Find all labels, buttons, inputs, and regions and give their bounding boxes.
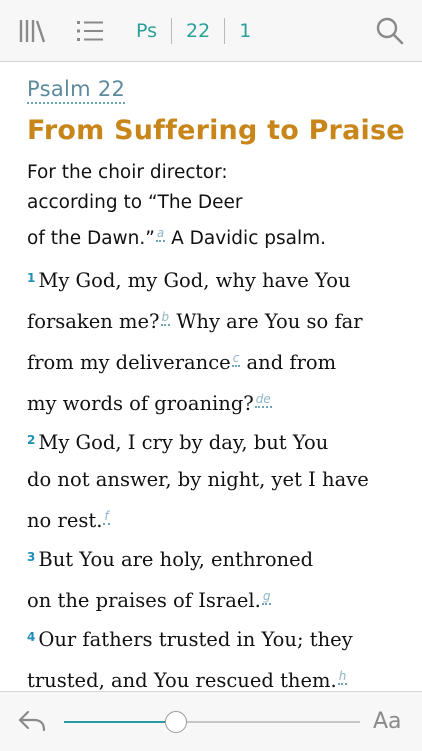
font-size-button[interactable]: Aa: [373, 692, 402, 751]
verse-text: do not answer, by night, yet I have: [27, 468, 369, 491]
footnote-marker[interactable]: de: [254, 392, 272, 408]
section-heading: From Suffering to Praise: [27, 115, 405, 146]
superscription-line: For the choir director:: [27, 162, 228, 183]
verse-text: no rest.: [27, 509, 103, 532]
verse-text: and from: [240, 351, 337, 374]
psalm-superscription: For the choir director: according to “Th…: [27, 158, 407, 254]
slider-thumb[interactable]: [165, 711, 188, 733]
library-icon[interactable]: [10, 0, 54, 61]
verse-text: My God, I cry by day, but You: [38, 431, 329, 454]
verse-text: my words of groaning?: [27, 392, 254, 415]
superscription-line: A Davidic psalm.: [165, 228, 327, 249]
divider: [171, 17, 173, 44]
chapter-progress-slider[interactable]: [64, 711, 360, 733]
verse-number[interactable]: 2: [27, 433, 35, 447]
verse-text: My God, my God, why have You: [38, 269, 351, 292]
verse-list: 1 My God, my God, why have You forsaken m…: [27, 260, 407, 691]
bottom-toolbar: Aa: [0, 691, 422, 751]
footnote-marker[interactable]: a: [155, 226, 166, 242]
verse-text: Our fathers trusted in You; they: [38, 628, 353, 651]
footnote-marker[interactable]: f: [103, 509, 110, 525]
verse-text: from my deliverance: [27, 351, 231, 374]
verse-number[interactable]: 3: [27, 550, 35, 564]
search-icon[interactable]: [370, 0, 410, 61]
verse-selector[interactable]: 1: [239, 20, 251, 42]
psalm-reference[interactable]: Psalm 22: [27, 77, 126, 104]
verse-text: But You are holy, enthroned: [38, 548, 314, 571]
chapter-selector[interactable]: 22: [186, 20, 210, 42]
verse-text: on the praises of Israel.: [27, 589, 261, 612]
verse-text: Why are You so far: [170, 310, 363, 333]
divider: [224, 17, 226, 44]
slider-fill: [64, 721, 177, 723]
back-arrow-icon[interactable]: [16, 706, 48, 736]
footnote-marker[interactable]: g: [261, 589, 272, 605]
reference-navigator: Ps 22 1: [136, 0, 251, 61]
verse-number[interactable]: 4: [27, 630, 35, 644]
footnote-marker[interactable]: b: [160, 310, 171, 326]
reader-content[interactable]: Psalm 22 From Suffering to Praise For th…: [27, 61, 407, 691]
verse-text: trusted, and You rescued them.: [27, 669, 337, 691]
verse-number[interactable]: 1: [27, 271, 35, 285]
superscription-line: according to “The Deer: [27, 192, 243, 213]
verse-text: forsaken me?: [27, 310, 160, 333]
list-icon[interactable]: [70, 0, 110, 61]
footnote-marker[interactable]: h: [337, 669, 348, 685]
superscription-line: of the Dawn.”: [27, 228, 155, 249]
top-toolbar: Ps 22 1: [0, 0, 422, 62]
book-selector[interactable]: Ps: [136, 20, 157, 42]
